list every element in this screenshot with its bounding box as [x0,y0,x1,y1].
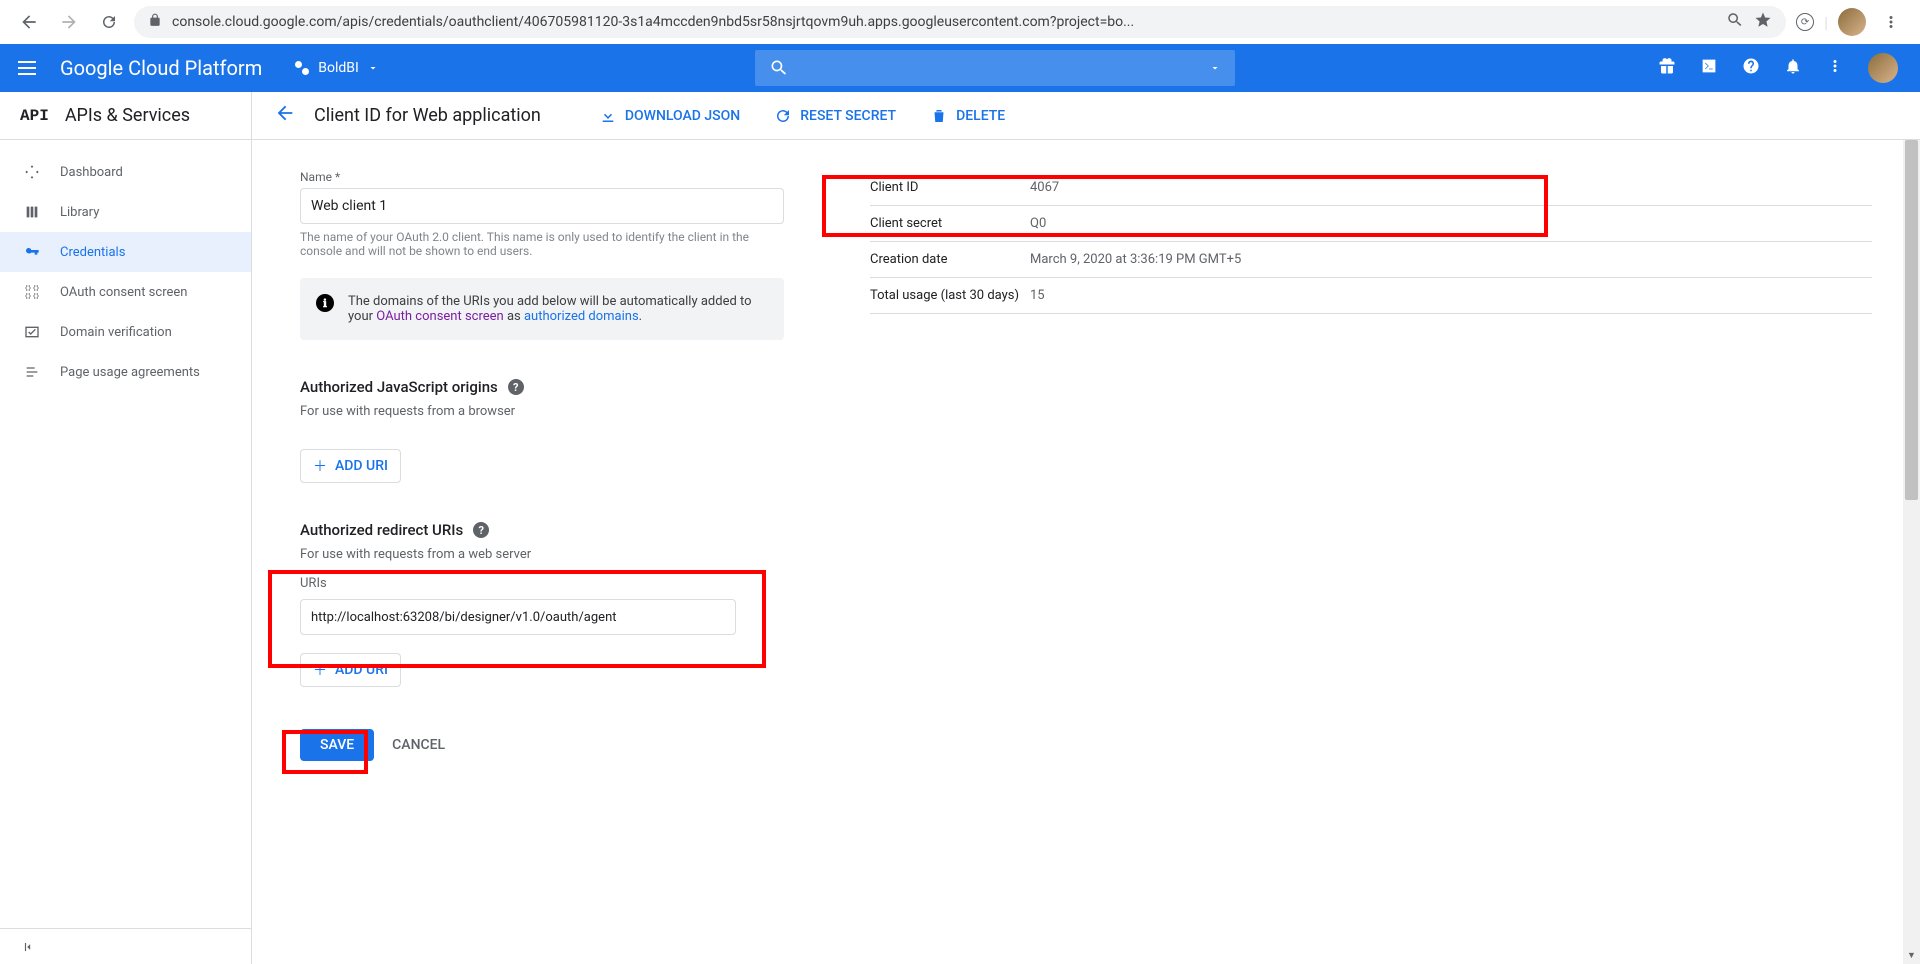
key-icon [22,244,42,260]
sidebar-item-label: Library [60,205,99,220]
detail-row-creation-date: Creation date March 9, 2020 at 3:36:19 P… [870,242,1872,278]
add-redirect-uri-button[interactable]: ＋ ADD URI [300,653,401,687]
name-helper: The name of your OAuth 2.0 client. This … [300,230,784,258]
detail-row-total-usage: Total usage (last 30 days) 15 [870,278,1872,314]
help-icon[interactable]: ? [508,379,524,395]
library-icon [22,204,42,220]
plus-icon: ＋ [313,456,327,476]
project-name: BoldBI [318,60,359,76]
search-icon [769,58,789,78]
sidebar-header[interactable]: API APIs & Services [0,92,251,140]
authorized-domains-link[interactable]: authorized domains [524,309,639,324]
oauth-consent-link[interactable]: OAuth consent screen [376,309,503,324]
brand-label: Google Cloud Platform [60,56,262,80]
consent-icon [22,284,42,300]
chevron-down-icon[interactable] [1209,62,1221,74]
dashboard-icon [22,164,42,180]
action-bar: Client ID for Web application DOWNLOAD J… [252,92,1920,140]
cloud-shell-icon[interactable] [1700,57,1718,80]
download-json-button[interactable]: DOWNLOAD JSON [599,107,740,125]
add-js-origin-button[interactable]: ＋ ADD URI [300,449,401,483]
chevron-down-icon [367,62,379,74]
sidebar-item-label: Domain verification [60,325,172,340]
delete-button[interactable]: DELETE [930,107,1005,125]
notifications-icon[interactable] [1784,57,1802,80]
help-icon[interactable]: ? [473,522,489,538]
info-box: The domains of the URIs you add below wi… [300,278,784,340]
extension-icon[interactable]: ⟳ [1796,13,1814,31]
hamburger-icon[interactable] [18,56,42,80]
project-selector[interactable]: BoldBI [286,56,387,80]
chrome-menu-button[interactable] [1876,7,1906,37]
url-text: console.cloud.google.com/apis/credential… [172,14,1716,30]
sidebar-item-label: Dashboard [60,165,123,180]
agreement-icon [22,364,42,380]
vertical-scrollbar[interactable]: ▲ ▼ [1903,140,1920,964]
sidebar-item-dashboard[interactable]: Dashboard [0,152,251,192]
sidebar-item-label: OAuth consent screen [60,285,187,300]
plus-icon: ＋ [313,660,327,680]
account-avatar[interactable] [1868,53,1898,83]
sidebar: API APIs & Services Dashboard Library Cr… [0,92,252,964]
browser-toolbar: console.cloud.google.com/apis/credential… [0,0,1920,44]
page-title: Client ID for Web application [314,105,541,126]
main-panel: Client ID for Web application DOWNLOAD J… [252,92,1920,964]
scrollbar-thumb[interactable] [1905,140,1918,500]
search-in-page-icon[interactable] [1726,11,1744,33]
scroll-down-icon[interactable]: ▼ [1903,947,1920,964]
project-icon [294,60,310,76]
cancel-button[interactable]: CANCEL [392,737,445,753]
js-origins-sub: For use with requests from a browser [300,404,800,419]
address-bar[interactable]: console.cloud.google.com/apis/credential… [134,6,1786,38]
save-button[interactable]: SAVE [300,729,374,761]
detail-row-client-secret: Client secret Q0 [870,206,1872,242]
details-panel: Client ID 4067 Client secret Q0 Creation… [870,170,1872,761]
sidebar-item-domain-verification[interactable]: Domain verification [0,312,251,352]
sidebar-item-label: Credentials [60,245,125,260]
gift-icon[interactable] [1658,57,1676,80]
collapse-sidebar-button[interactable] [0,928,251,964]
redirect-uri-input[interactable] [300,599,736,635]
forward-button[interactable] [54,7,84,37]
sidebar-item-page-usage[interactable]: Page usage agreements [0,352,251,392]
name-input[interactable] [300,188,784,224]
sidebar-item-label: Page usage agreements [60,365,200,380]
js-origins-title: Authorized JavaScript origins ? [300,378,800,396]
sidebar-item-oauth-consent[interactable]: OAuth consent screen [0,272,251,312]
collapse-icon [22,940,36,954]
sidebar-title: APIs & Services [65,105,190,126]
bookmark-icon[interactable] [1754,11,1772,33]
search-box[interactable] [755,50,1235,86]
uris-label: URIs [300,576,800,591]
download-icon [599,107,617,125]
chrome-profile-avatar[interactable] [1838,8,1866,36]
verification-icon [22,324,42,340]
name-label: Name * [300,170,800,184]
sidebar-item-library[interactable]: Library [0,192,251,232]
reset-icon [774,107,792,125]
sidebar-item-credentials[interactable]: Credentials [0,232,251,272]
reload-button[interactable] [94,7,124,37]
lock-icon [148,13,162,31]
api-icon: API [20,107,49,125]
cloud-header: Google Cloud Platform BoldBI [0,44,1920,92]
trash-icon [930,107,948,125]
redirect-uris-title: Authorized redirect URIs ? [300,521,800,539]
detail-row-client-id: Client ID 4067 [870,170,1872,206]
help-icon[interactable] [1742,57,1760,80]
reset-secret-button[interactable]: RESET SECRET [774,107,896,125]
back-arrow-button[interactable] [274,102,296,130]
back-button[interactable] [14,7,44,37]
redirect-uris-sub: For use with requests from a web server [300,547,800,562]
overflow-icon[interactable] [1826,57,1844,80]
